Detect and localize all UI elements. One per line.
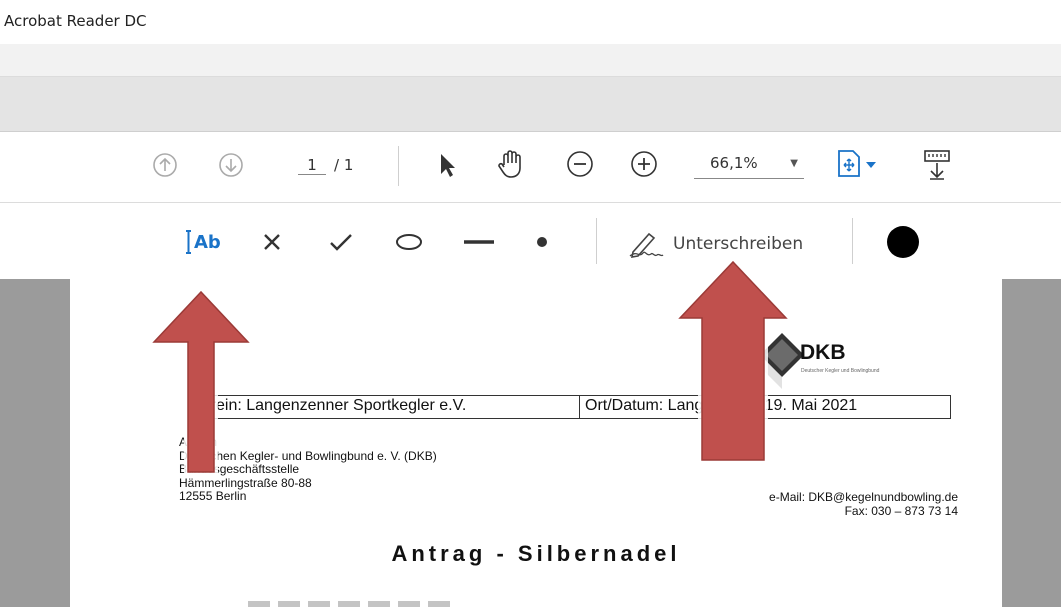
- plus-circle-icon: [631, 151, 657, 177]
- address-line: 12555 Berlin: [179, 489, 247, 503]
- dot-button[interactable]: [532, 232, 552, 252]
- scroll-mode-button[interactable]: [920, 148, 954, 182]
- minus-circle-icon: [567, 151, 593, 177]
- email-text: e-Mail: DKB@kegelnundbowling.de: [769, 490, 958, 504]
- menu-bar: [0, 44, 1061, 77]
- select-tool-button[interactable]: [432, 148, 462, 182]
- check-mark-button[interactable]: [326, 228, 356, 256]
- cross-mark-button[interactable]: [258, 228, 286, 256]
- add-text-button[interactable]: Ab: [182, 226, 228, 258]
- pen-sign-icon: [629, 232, 664, 258]
- fit-page-icon: [838, 150, 876, 177]
- check-icon: [330, 234, 352, 251]
- svg-text:Ab: Ab: [194, 232, 221, 253]
- logo-text: DKB: [800, 341, 846, 364]
- text-field-icon: Ab: [186, 230, 221, 254]
- arrow-down-circle-icon: [219, 153, 243, 177]
- toolbar-separator: [596, 218, 597, 264]
- color-swatch-icon: [887, 226, 919, 258]
- previous-page-button[interactable]: [150, 150, 180, 180]
- toolbar-separator: [852, 218, 853, 264]
- toolbar-separator: [398, 146, 399, 186]
- zoom-in-button[interactable]: [628, 148, 660, 180]
- ellipse-icon: [396, 234, 422, 250]
- window-title: Acrobat Reader DC: [4, 12, 147, 30]
- arrow-up-circle-icon: [153, 153, 177, 177]
- logo-subtitle: Deutscher Kegler und Bowlingbund: [801, 368, 880, 374]
- circle-button[interactable]: [392, 228, 426, 256]
- tab-bar: [0, 77, 1061, 132]
- fax-text: Fax: 030 – 873 73 14: [844, 504, 958, 518]
- cross-icon: [264, 234, 280, 250]
- sign-label: Unterschreiben: [673, 234, 804, 254]
- keyboard-scroll-icon: [924, 150, 950, 180]
- color-picker-button[interactable]: [885, 224, 921, 260]
- arrow-up-icon: [144, 286, 258, 476]
- cursor-arrow-icon: [441, 154, 455, 177]
- hand-icon: [498, 150, 521, 178]
- zoom-out-button[interactable]: [564, 148, 596, 180]
- chevron-down-icon: ▼: [790, 157, 798, 169]
- line-icon: [464, 240, 494, 244]
- zoom-select[interactable]: 66,1% ▼: [694, 148, 804, 179]
- page-total: / 1: [334, 156, 354, 174]
- line-button[interactable]: [460, 228, 498, 256]
- hand-tool-button[interactable]: [493, 146, 529, 182]
- fit-page-button[interactable]: [835, 147, 885, 181]
- next-page-button[interactable]: [216, 150, 246, 180]
- document-heading: Antrag - Silbernadel: [391, 541, 681, 566]
- title-bar: Acrobat Reader DC: [0, 0, 1061, 44]
- arrow-up-icon: [670, 256, 796, 464]
- cropped-text-line: [248, 601, 458, 607]
- dot-icon: [537, 237, 547, 247]
- zoom-value: 66,1%: [710, 154, 758, 172]
- page-number-input[interactable]: 1: [298, 156, 326, 175]
